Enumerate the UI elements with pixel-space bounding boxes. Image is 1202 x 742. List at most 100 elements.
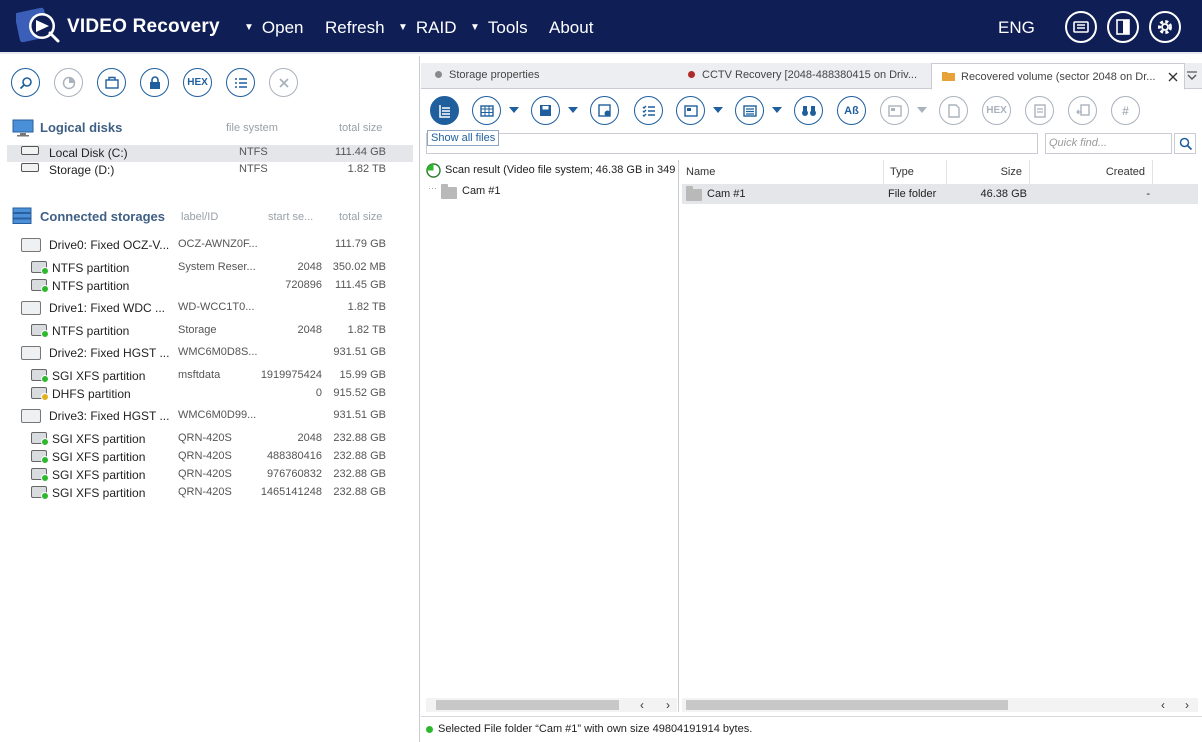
chart-button[interactable] xyxy=(54,68,83,97)
storage-partition-row[interactable]: SGI XFS partition QRN-420S 1465141248 232.8… xyxy=(7,485,413,502)
col-type[interactable]: Type xyxy=(884,160,947,184)
storage-partition-row[interactable]: NTFS partition Storage 2048 1.82 TB xyxy=(7,323,413,340)
storage-label: System Reser... xyxy=(178,261,256,273)
tree-horizontal-scrollbar[interactable]: ‹ › xyxy=(426,698,677,712)
storage-partition-row[interactable]: SGI XFS partition msftdata 1919975424 15.99… xyxy=(7,368,413,385)
thumbnail-dropdown-icon[interactable] xyxy=(917,107,927,113)
logical-disk-row[interactable]: Local Disk (C:) NTFS 111.44 GB xyxy=(7,145,413,162)
show-all-files-button[interactable] xyxy=(430,96,459,125)
scroll-right-icon[interactable]: › xyxy=(666,698,670,712)
settings-button[interactable] xyxy=(1149,11,1181,43)
storage-start-sector: 976760832 xyxy=(266,468,322,480)
menu-raid[interactable]: ▼ RAID xyxy=(398,18,457,38)
drive-icon xyxy=(21,238,41,252)
storage-partition-row[interactable]: NTFS partition System Reser... 2048 350.02 … xyxy=(7,260,413,277)
storage-drive-row[interactable]: Drive1: Fixed WDC ... WD-WCC1T0... 1.82 TB xyxy=(7,300,413,317)
col-created[interactable]: Created xyxy=(1030,160,1153,184)
storage-name: SGI XFS partition xyxy=(52,486,146,500)
storage-partition-row[interactable]: SGI XFS partition QRN-420S 976760832 232.88… xyxy=(7,467,413,484)
close-tab-icon[interactable] xyxy=(1168,72,1178,82)
table-row[interactable]: Cam #1 File folder 46.38 GB - xyxy=(682,184,1198,204)
search-icon xyxy=(1179,137,1193,151)
save-file-icon xyxy=(597,103,611,117)
checklist-button[interactable] xyxy=(634,96,663,125)
storage-label: WD-WCC1T0... xyxy=(178,301,255,313)
storage-size: 915.52 GB xyxy=(333,387,386,399)
storage-drive-row[interactable]: Drive0: Fixed OCZ-V... OCZ-AWNZ0F... 111.7… xyxy=(7,237,413,254)
panel-icon xyxy=(742,104,757,117)
scroll-left-icon[interactable]: ‹ xyxy=(640,698,644,712)
storage-partition-row[interactable]: DHFS partition 0 915.52 GB xyxy=(7,386,413,403)
col-name[interactable]: Name xyxy=(680,160,884,184)
messages-icon xyxy=(1073,21,1089,33)
drive-icon xyxy=(21,409,41,423)
disk-name: Local Disk (C:) xyxy=(49,146,128,160)
menu-refresh[interactable]: Refresh xyxy=(325,18,385,38)
file-properties-button[interactable] xyxy=(939,96,968,125)
menu-tools[interactable]: ▼ Tools xyxy=(470,18,528,38)
image-button[interactable] xyxy=(97,68,126,97)
storage-name: NTFS partition xyxy=(52,261,130,275)
storage-partition-row[interactable]: SGI XFS partition QRN-420S 488380416 232.88… xyxy=(7,449,413,466)
tree-root-item[interactable]: Scan result (Video file system; 46.38 GB… xyxy=(424,162,679,180)
storage-drive-row[interactable]: Drive2: Fixed HGST ... WMC6M0D8S... 931.51… xyxy=(7,345,413,362)
language-selector[interactable]: ENG xyxy=(998,18,1035,38)
logical-disk-row[interactable]: Storage (D:) NTFS 1.82 TB xyxy=(7,162,413,179)
tab-storage-properties[interactable]: Storage properties xyxy=(435,63,675,89)
save-dropdown-icon[interactable] xyxy=(568,107,578,113)
col-size[interactable]: Size xyxy=(947,160,1030,184)
navigate-button[interactable] xyxy=(1068,96,1097,125)
messages-button[interactable] xyxy=(1065,11,1097,43)
storage-drive-row[interactable]: Drive3: Fixed HGST ... WMC6M0D99... 931.51… xyxy=(7,408,413,425)
layout-button[interactable] xyxy=(1107,11,1139,43)
tab-cctv-recovery[interactable]: CCTV Recovery [2048-488380415 on Driv... xyxy=(688,63,923,89)
tree-child-item[interactable]: ··· Cam #1 xyxy=(424,182,678,200)
hex-view-button[interactable]: HEX xyxy=(982,96,1011,125)
save-selection-button[interactable] xyxy=(590,96,619,125)
storage-partition-row[interactable]: SGI XFS partition QRN-420S 2048 232.88 GB xyxy=(7,431,413,448)
storage-start-sector: 720896 xyxy=(285,279,322,291)
scroll-right-icon[interactable]: › xyxy=(1185,698,1189,712)
disk-size: 1.82 TB xyxy=(347,163,386,175)
quick-find-button[interactable] xyxy=(1174,133,1196,154)
tab-recovered-volume[interactable]: Recovered volume (sector 2048 on Dr... xyxy=(931,63,1185,90)
scroll-thumb[interactable] xyxy=(686,700,1008,710)
thumbnail-button[interactable] xyxy=(880,96,909,125)
preview-button[interactable] xyxy=(676,96,705,125)
list-button[interactable] xyxy=(226,68,255,97)
storage-start-sector: 2048 xyxy=(297,261,322,273)
drive-icon xyxy=(21,346,41,360)
folder-icon xyxy=(942,72,955,81)
save-button[interactable] xyxy=(531,96,560,125)
text-search-button[interactable]: Aß xyxy=(837,96,866,125)
scroll-left-icon[interactable]: ‹ xyxy=(1161,698,1165,712)
view-mode-button[interactable] xyxy=(472,96,501,125)
hash-button[interactable]: # xyxy=(1111,96,1140,125)
tree-root-label: Scan result (Video file system; 46.38 GB… xyxy=(445,164,679,176)
menu-open[interactable]: ▼ Open xyxy=(244,18,304,38)
storage-size: 232.88 GB xyxy=(333,432,386,444)
storage-label: msftdata xyxy=(178,369,221,381)
menu-about[interactable]: About xyxy=(549,18,593,38)
drive-icon xyxy=(21,301,41,315)
find-button[interactable] xyxy=(794,96,823,125)
close-storage-button[interactable] xyxy=(269,68,298,97)
hex-button[interactable]: HEX xyxy=(183,68,212,97)
tab-list-icon[interactable] xyxy=(1186,70,1198,82)
list-horizontal-scrollbar[interactable]: ‹ › xyxy=(682,698,1198,712)
quick-find-input[interactable]: Quick find... xyxy=(1045,133,1172,154)
lock-button[interactable] xyxy=(140,68,169,97)
preview-dropdown-icon[interactable] xyxy=(713,107,723,113)
view-mode-dropdown-icon[interactable] xyxy=(509,107,519,113)
storage-partition-row[interactable]: NTFS partition 720896 111.45 GB xyxy=(7,278,413,295)
search-button[interactable] xyxy=(11,68,40,97)
panel-layout-button[interactable] xyxy=(735,96,764,125)
panel-layout-dropdown-icon[interactable] xyxy=(772,107,782,113)
partition-icon xyxy=(31,486,49,500)
partition-icon xyxy=(31,324,49,338)
scroll-thumb[interactable] xyxy=(436,700,619,710)
path-bar[interactable] xyxy=(426,133,1038,154)
menu-tools-label: Tools xyxy=(487,18,528,37)
storage-name: Drive0: Fixed OCZ-V... xyxy=(49,238,170,252)
print-button[interactable] xyxy=(1025,96,1054,125)
